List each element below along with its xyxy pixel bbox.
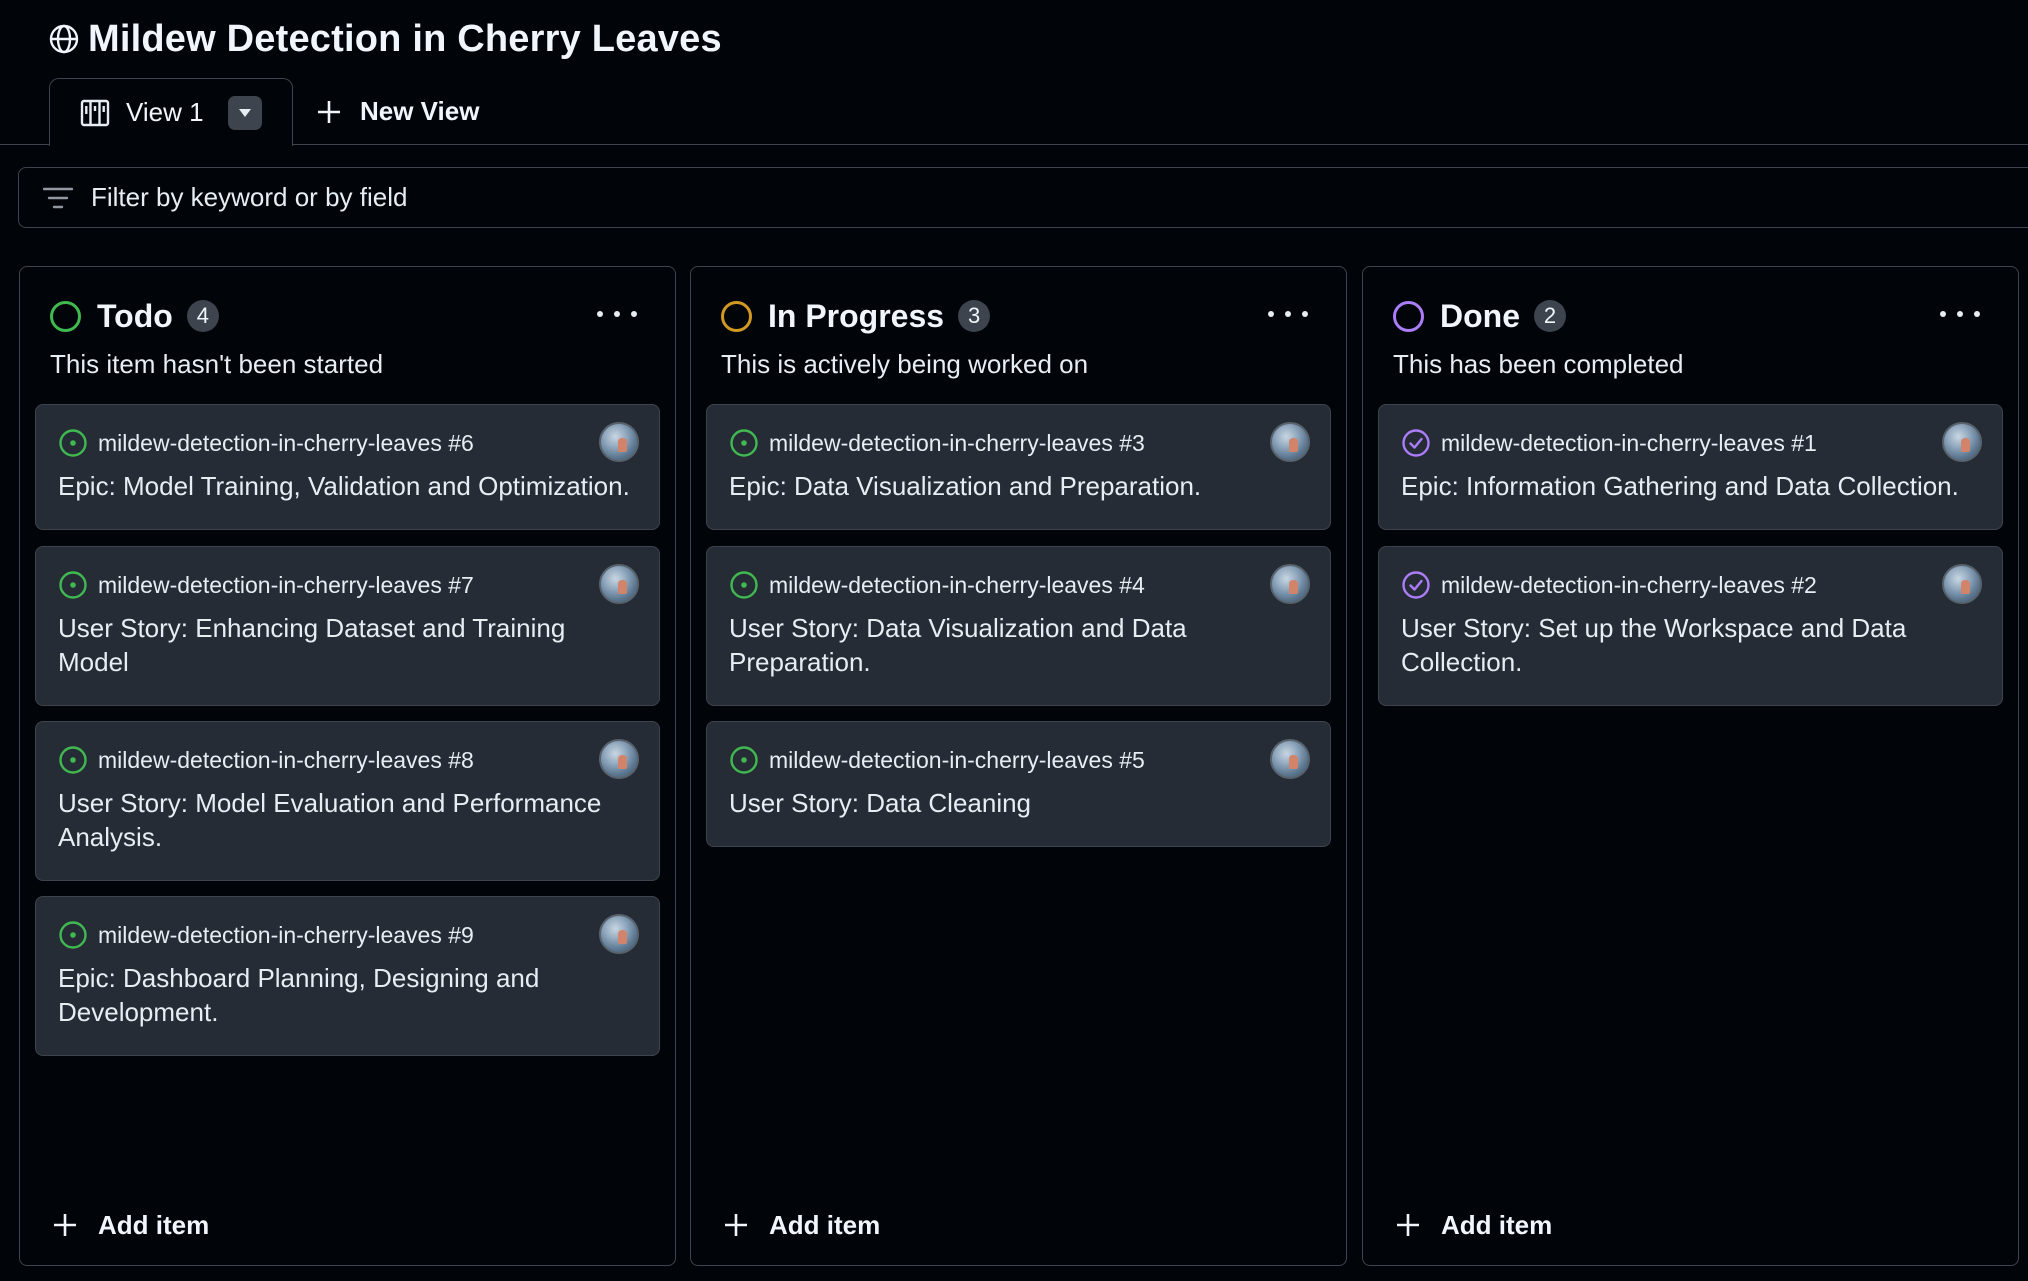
- issue-title[interactable]: User Story: Data Cleaning: [729, 786, 1308, 820]
- add-item-label: Add item: [98, 1209, 210, 1240]
- card-meta: mildew-detection-in-cherry-leaves #3: [729, 427, 1145, 459]
- issue-reference[interactable]: mildew-detection-in-cherry-leaves #5: [769, 747, 1145, 774]
- tab-view-1-label: View 1: [126, 97, 204, 127]
- column-description: This has been completed: [1393, 349, 1684, 379]
- issue-title[interactable]: User Story: Enhancing Dataset and Traini…: [58, 611, 637, 679]
- add-item-button[interactable]: Add item: [52, 1205, 209, 1245]
- issue-opened-icon: [730, 571, 758, 599]
- issue-closed-icon: [1402, 429, 1430, 457]
- column-title: Todo: [97, 297, 173, 334]
- issue-opened-icon: [59, 571, 87, 599]
- globe-icon: [49, 24, 79, 54]
- new-view-button[interactable]: New View: [316, 78, 479, 145]
- issue-title[interactable]: User Story: Model Evaluation and Perform…: [58, 786, 637, 854]
- column-title: Done: [1440, 297, 1520, 334]
- column-todo: Todo 4 This item hasn't been started mildew…: [19, 266, 676, 1266]
- issue-opened-icon: [59, 746, 87, 774]
- assignee-avatar[interactable]: [1270, 739, 1310, 779]
- plus-icon: [725, 1214, 747, 1236]
- issue-opened-icon: [59, 429, 87, 457]
- assignee-avatar[interactable]: [599, 422, 639, 462]
- issue-title[interactable]: User Story: Set up the Workspace and Dat…: [1401, 611, 1980, 679]
- column-done: Done 2 This has been completed mildew-detec…: [1362, 266, 2019, 1266]
- card-meta: mildew-detection-in-cherry-leaves #7: [58, 569, 474, 601]
- issue-reference[interactable]: mildew-detection-in-cherry-leaves #4: [769, 572, 1145, 599]
- column-header: In Progress 3: [721, 293, 991, 339]
- card-meta: mildew-detection-in-cherry-leaves #5: [729, 744, 1145, 776]
- issue-card[interactable]: mildew-detection-in-cherry-leaves #6 Epic…: [35, 404, 660, 530]
- column-description: This item hasn't been started: [50, 349, 384, 379]
- issue-reference[interactable]: mildew-detection-in-cherry-leaves #6: [98, 430, 474, 457]
- view-options-button[interactable]: [228, 96, 262, 130]
- kebab-horizontal-icon[interactable]: [1268, 299, 1308, 329]
- add-item-label: Add item: [769, 1209, 881, 1240]
- issue-opened-icon: [59, 921, 87, 949]
- issue-title[interactable]: Epic: Model Training, Validation and Opt…: [58, 469, 637, 503]
- issue-title[interactable]: Epic: Information Gathering and Data Col…: [1401, 469, 1980, 503]
- tab-view-1[interactable]: View 1: [49, 78, 293, 146]
- plus-icon: [54, 1214, 76, 1236]
- issue-card[interactable]: mildew-detection-in-cherry-leaves #5 User…: [706, 721, 1331, 847]
- column-count-badge: 3: [958, 300, 991, 332]
- issue-reference[interactable]: mildew-detection-in-cherry-leaves #3: [769, 430, 1145, 457]
- view-tabs: View 1 New View: [0, 78, 2028, 146]
- issue-reference[interactable]: mildew-detection-in-cherry-leaves #2: [1441, 572, 1817, 599]
- issue-reference[interactable]: mildew-detection-in-cherry-leaves #8: [98, 747, 474, 774]
- project-header: Mildew Detection in Cherry Leaves: [48, 14, 722, 64]
- board-icon: [80, 99, 110, 126]
- issue-opened-icon: [730, 746, 758, 774]
- column-header: Todo 4: [50, 293, 219, 339]
- column-description: This is actively being worked on: [721, 349, 1089, 379]
- status-circle-icon: [50, 300, 81, 332]
- filter-icon: [43, 187, 73, 208]
- issue-card[interactable]: mildew-detection-in-cherry-leaves #4 User…: [706, 546, 1331, 706]
- issue-reference[interactable]: mildew-detection-in-cherry-leaves #7: [98, 572, 474, 599]
- column-in-progress: In Progress 3 This is actively being worke…: [690, 266, 1347, 1266]
- issue-title[interactable]: Epic: Dashboard Planning, Designing and …: [58, 961, 637, 1029]
- column-count-badge: 2: [1534, 300, 1566, 332]
- add-item-button[interactable]: Add item: [1395, 1205, 1552, 1245]
- card-meta: mildew-detection-in-cherry-leaves #9: [58, 919, 474, 951]
- plus-icon: [1397, 1214, 1419, 1236]
- card-meta: mildew-detection-in-cherry-leaves #1: [1401, 427, 1817, 459]
- issue-card[interactable]: mildew-detection-in-cherry-leaves #1 Epic…: [1378, 404, 2003, 530]
- kebab-horizontal-icon[interactable]: [597, 299, 637, 329]
- issue-reference[interactable]: mildew-detection-in-cherry-leaves #9: [98, 922, 474, 949]
- status-circle-icon: [721, 300, 752, 332]
- issue-card[interactable]: mildew-detection-in-cherry-leaves #2 User…: [1378, 546, 2003, 706]
- kebab-horizontal-icon[interactable]: [1940, 299, 1980, 329]
- card-meta: mildew-detection-in-cherry-leaves #2: [1401, 569, 1817, 601]
- column-header: Done 2: [1393, 293, 1566, 339]
- filter-input[interactable]: [91, 182, 991, 213]
- issue-card[interactable]: mildew-detection-in-cherry-leaves #8 User…: [35, 721, 660, 881]
- issue-opened-icon: [730, 429, 758, 457]
- issue-reference[interactable]: mildew-detection-in-cherry-leaves #1: [1441, 430, 1817, 457]
- issue-card[interactable]: mildew-detection-in-cherry-leaves #9 Epic…: [35, 896, 660, 1056]
- add-item-button[interactable]: Add item: [723, 1205, 880, 1245]
- card-meta: mildew-detection-in-cherry-leaves #8: [58, 744, 474, 776]
- issue-title[interactable]: User Story: Data Visualization and Data …: [729, 611, 1308, 679]
- assignee-avatar[interactable]: [1270, 422, 1310, 462]
- issue-card[interactable]: mildew-detection-in-cherry-leaves #3 Epic…: [706, 404, 1331, 530]
- card-meta: mildew-detection-in-cherry-leaves #6: [58, 427, 474, 459]
- status-circle-icon: [1393, 300, 1424, 332]
- assignee-avatar[interactable]: [1942, 564, 1982, 604]
- issue-card[interactable]: mildew-detection-in-cherry-leaves #7 User…: [35, 546, 660, 706]
- plus-icon: [318, 100, 340, 123]
- column-title: In Progress: [768, 297, 945, 334]
- assignee-avatar[interactable]: [599, 564, 639, 604]
- issue-title[interactable]: Epic: Data Visualization and Preparation…: [729, 469, 1308, 503]
- column-count-badge: 4: [186, 300, 219, 332]
- new-view-label: New View: [360, 96, 480, 126]
- card-meta: mildew-detection-in-cherry-leaves #4: [729, 569, 1145, 601]
- assignee-avatar[interactable]: [1270, 564, 1310, 604]
- filter-bar[interactable]: [18, 167, 2028, 228]
- triangle-down-icon: [239, 109, 251, 117]
- assignee-avatar[interactable]: [599, 739, 639, 779]
- page-title: Mildew Detection in Cherry Leaves: [88, 17, 722, 60]
- assignee-avatar[interactable]: [1942, 422, 1982, 462]
- issue-closed-icon: [1402, 571, 1430, 599]
- assignee-avatar[interactable]: [599, 914, 639, 954]
- add-item-label: Add item: [1441, 1209, 1553, 1240]
